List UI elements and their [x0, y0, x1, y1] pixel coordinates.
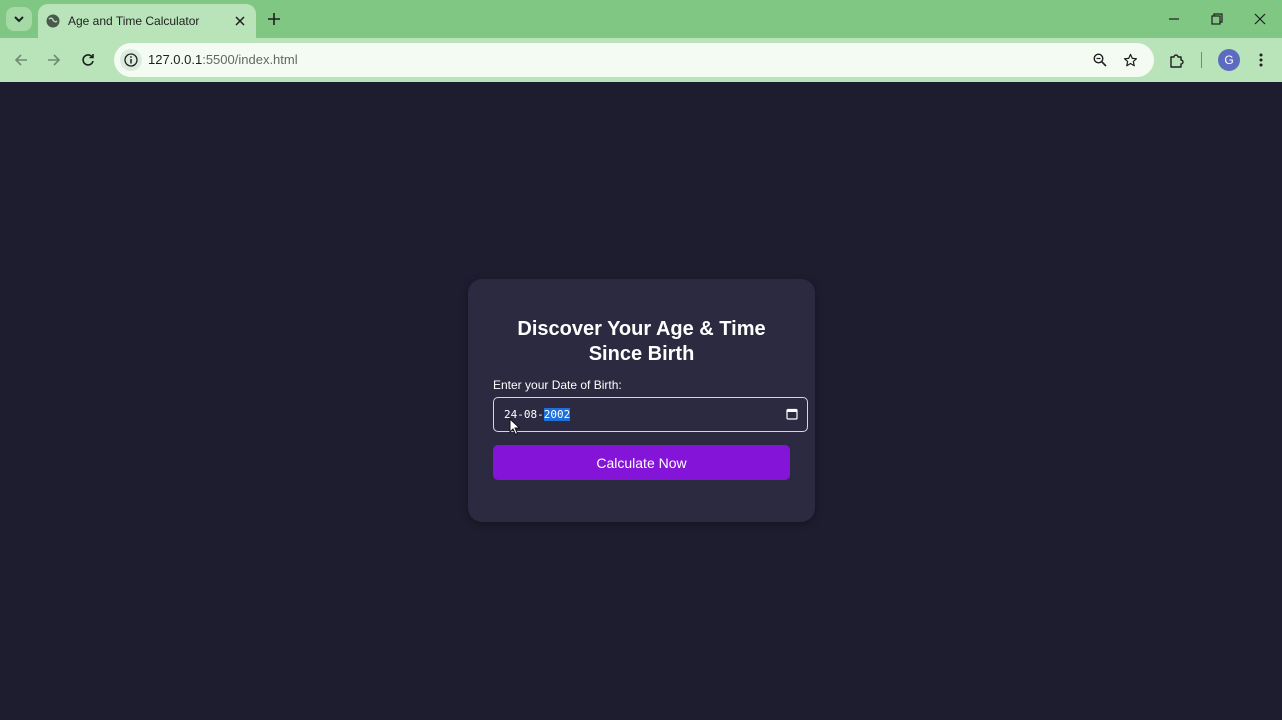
calculator-card: Discover Your Age & Time Since Birth Ent…	[468, 279, 815, 522]
url-text[interactable]: 127.0.0.1:5500/index.html	[148, 52, 298, 67]
reload-button[interactable]	[77, 49, 99, 71]
restore-button[interactable]	[1205, 8, 1229, 30]
profile-avatar[interactable]: G	[1218, 49, 1240, 71]
mouse-cursor-icon	[509, 418, 521, 436]
new-tab-button[interactable]	[264, 9, 284, 29]
restore-icon	[1211, 13, 1223, 25]
address-bar[interactable]: 127.0.0.1:5500/index.html	[114, 43, 1154, 77]
tab-strip: Age and Time Calculator	[0, 0, 1282, 38]
bookmark-star-icon	[1123, 53, 1137, 66]
new-tab-icon	[268, 13, 280, 25]
menu-dots-icon	[1259, 53, 1263, 67]
zoom-button[interactable]	[1090, 50, 1110, 70]
close-window-button[interactable]	[1248, 8, 1272, 30]
close-window-icon	[1254, 13, 1266, 25]
url-host: 127.0.0.1	[148, 52, 203, 67]
site-info-button[interactable]	[120, 49, 142, 71]
calculate-button[interactable]: Calculate Now	[493, 445, 790, 480]
extensions-icon	[1170, 54, 1184, 68]
back-button[interactable]	[10, 49, 32, 71]
minimize-icon	[1169, 18, 1179, 20]
tab-title: Age and Time Calculator	[68, 14, 200, 28]
browser-toolbar: 127.0.0.1:5500/index.html G	[0, 38, 1282, 82]
active-tab[interactable]: Age and Time Calculator	[38, 4, 256, 38]
page-heading: Discover Your Age & Time Since Birth	[517, 318, 766, 365]
dob-date-input[interactable]: 24-08-2002	[493, 397, 808, 432]
close-tab-icon	[235, 16, 245, 26]
calendar-icon[interactable]	[786, 408, 798, 420]
tab-search-button[interactable]	[6, 7, 32, 31]
globe-favicon-icon	[46, 14, 60, 28]
close-tab-button[interactable]	[230, 11, 250, 31]
extensions-button[interactable]	[1166, 49, 1188, 71]
minimize-button[interactable]	[1162, 8, 1186, 30]
forward-button[interactable]	[43, 49, 65, 71]
back-icon	[14, 54, 27, 66]
page-body: Discover Your Age & Time Since Birth Ent…	[0, 82, 1282, 720]
browser-menu-button[interactable]	[1250, 49, 1272, 71]
site-info-icon	[124, 53, 138, 67]
reload-icon	[82, 54, 94, 66]
dob-year-selected: 2002	[543, 408, 571, 421]
zoom-icon	[1093, 53, 1107, 67]
tab-search-icon	[14, 16, 24, 23]
bookmark-button[interactable]	[1120, 50, 1140, 70]
dob-label: Enter your Date of Birth:	[493, 378, 622, 392]
forward-icon	[48, 54, 61, 66]
toolbar-separator	[1201, 52, 1202, 68]
url-path: :5500/index.html	[202, 52, 298, 67]
